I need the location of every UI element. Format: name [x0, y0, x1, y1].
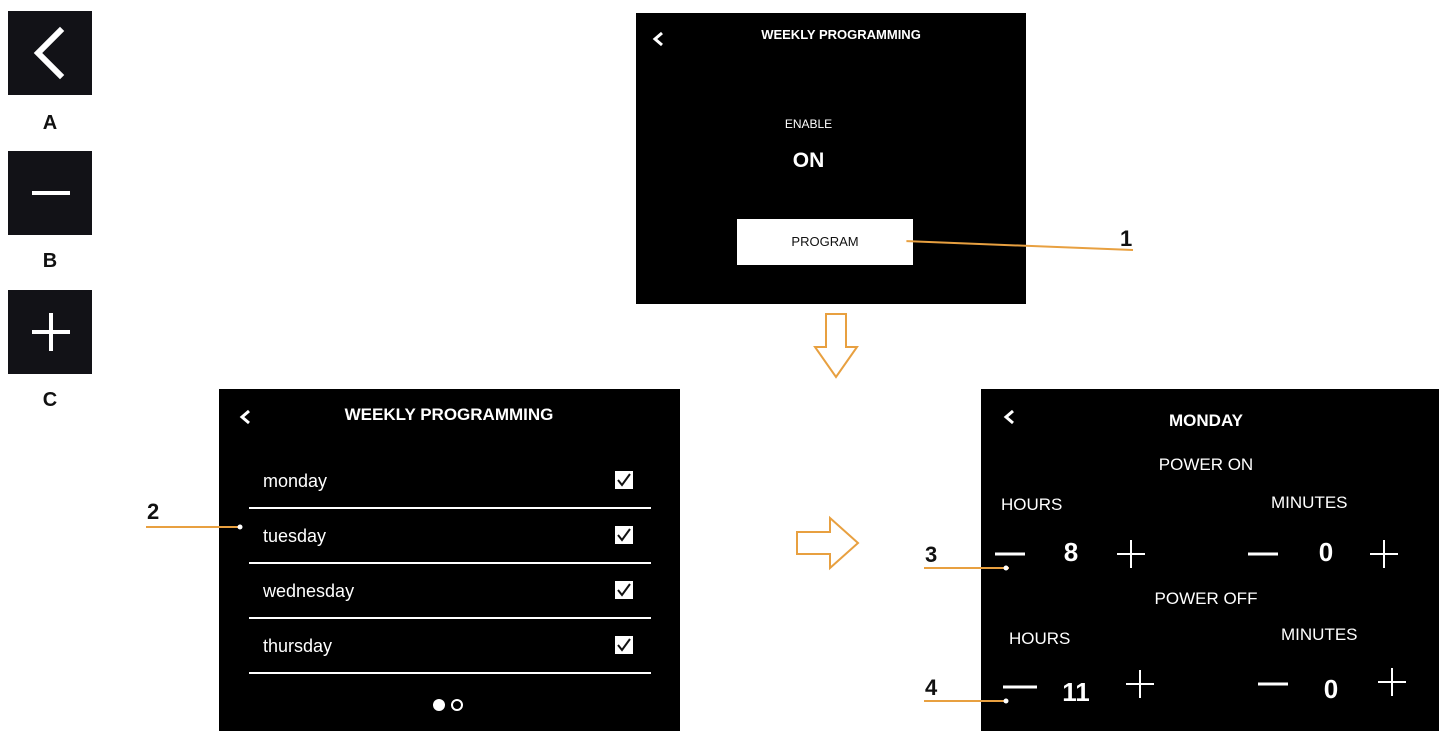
- checkmark-icon: [617, 583, 631, 597]
- page-dot-active[interactable]: [433, 699, 445, 711]
- callout-number-1: 1: [1120, 226, 1133, 251]
- decrease-minutes-off-button[interactable]: [1256, 669, 1292, 699]
- callout-number-4: 4: [925, 675, 938, 700]
- checkmark-icon: [617, 473, 631, 487]
- screen-title: WEEKLY PROGRAMMING: [761, 27, 921, 42]
- power-on-hours-value: 8: [1063, 537, 1079, 567]
- legend-letter-a: A: [42, 112, 58, 134]
- screen-title: WEEKLY PROGRAMMING: [344, 405, 554, 424]
- checkmark-icon: [617, 528, 631, 542]
- callout-number-3: 3: [925, 542, 938, 567]
- back-icon[interactable]: [650, 29, 666, 49]
- screen-title: MONDAY: [1169, 411, 1243, 430]
- divider: [249, 672, 651, 674]
- screen-monday-times: MONDAY POWER ON HOURS MINUTES 8 0 POWER …: [981, 389, 1439, 731]
- back-icon[interactable]: [1001, 407, 1017, 427]
- day-row-tuesday[interactable]: tuesday: [249, 509, 651, 564]
- day-checkbox[interactable]: [615, 471, 633, 489]
- minutes-label: MINUTES: [1271, 493, 1348, 512]
- power-on-label: POWER ON: [1158, 455, 1254, 474]
- day-row-thursday[interactable]: thursday: [249, 619, 651, 674]
- screen-weekly-programming-days: WEEKLY PROGRAMMING monday tuesday wednes…: [219, 389, 680, 731]
- enable-value[interactable]: ON: [636, 149, 981, 173]
- increase-hours-off-button[interactable]: [1124, 669, 1156, 699]
- checkmark-icon: [617, 638, 631, 652]
- day-label: wednesday: [263, 581, 355, 601]
- hours-label: HOURS: [1009, 629, 1071, 648]
- day-label: tuesday: [263, 526, 327, 546]
- back-icon[interactable]: [237, 407, 253, 427]
- flow-arrow-right-icon: [796, 515, 860, 571]
- program-button[interactable]: PROGRAM: [737, 219, 913, 265]
- legend-letter-c: C: [42, 389, 58, 411]
- increase-hours-on-button[interactable]: [1115, 539, 1147, 569]
- day-label: monday: [263, 471, 328, 491]
- hours-label: HOURS: [1001, 495, 1063, 514]
- power-off-hours-value: 11: [1062, 677, 1090, 707]
- flow-arrow-down-icon: [813, 313, 859, 379]
- plus-icon: [32, 313, 70, 351]
- power-off-minutes-value: 0: [1323, 674, 1339, 704]
- legend-back-button: [8, 11, 92, 95]
- decrease-minutes-on-button[interactable]: [1246, 539, 1282, 569]
- increase-minutes-on-button[interactable]: [1368, 539, 1400, 569]
- legend-letter-b: B: [42, 250, 58, 272]
- day-row-wednesday[interactable]: wednesday: [249, 564, 651, 619]
- power-on-minutes-value: 0: [1318, 537, 1334, 567]
- legend-minus-button: [8, 151, 92, 235]
- page-dot[interactable]: [451, 699, 463, 711]
- day-checkbox[interactable]: [615, 581, 633, 599]
- day-row-monday[interactable]: monday: [249, 454, 651, 509]
- screen-weekly-programming-enable: WEEKLY PROGRAMMING ENABLE ON PROGRAM: [636, 13, 1026, 304]
- power-off-label: POWER OFF: [1154, 589, 1258, 608]
- enable-label: ENABLE: [784, 117, 833, 131]
- minus-icon: [32, 191, 70, 195]
- legend-plus-button: [8, 290, 92, 374]
- increase-minutes-off-button[interactable]: [1376, 667, 1408, 697]
- day-checkbox[interactable]: [615, 526, 633, 544]
- day-checkbox[interactable]: [615, 636, 633, 654]
- callout-number-2: 2: [147, 499, 160, 524]
- back-chevron-icon: [33, 26, 65, 80]
- decrease-hours-off-button[interactable]: [1001, 672, 1041, 702]
- decrease-hours-on-button[interactable]: [993, 539, 1029, 569]
- minutes-label: MINUTES: [1281, 625, 1358, 644]
- day-label: thursday: [263, 636, 333, 656]
